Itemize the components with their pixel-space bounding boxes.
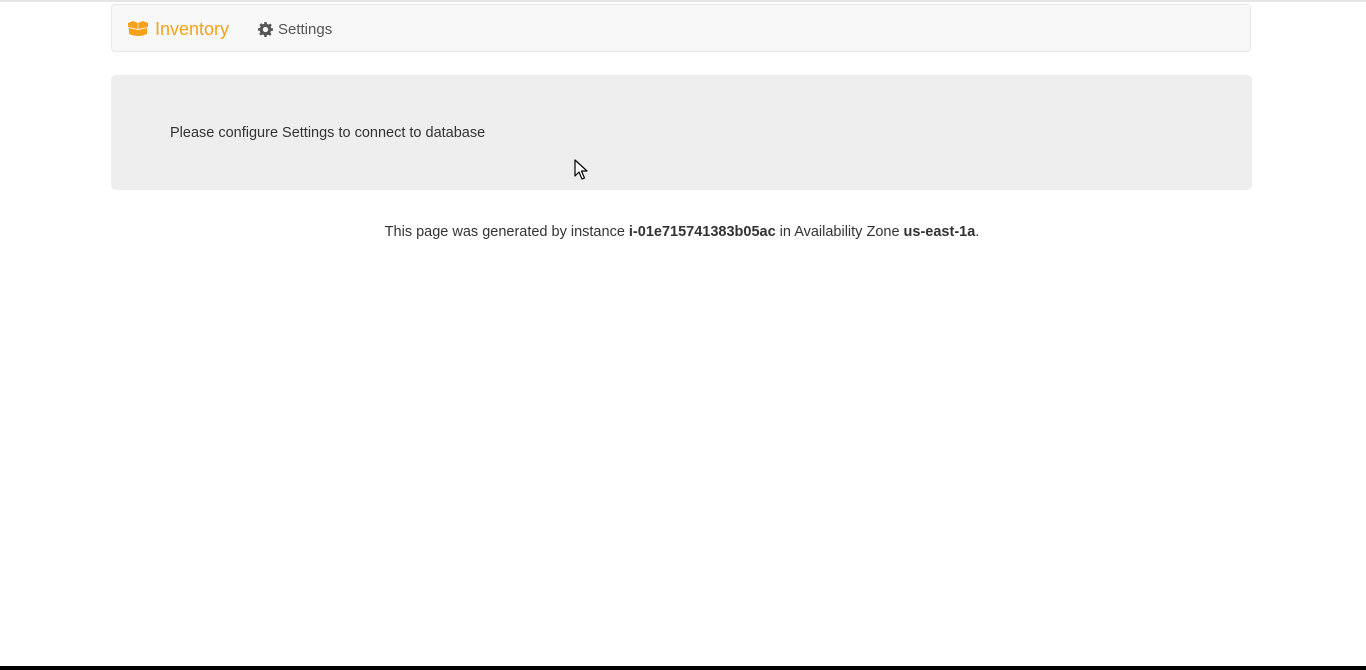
- brand-link[interactable]: Inventory: [127, 5, 229, 53]
- bottom-edge: [0, 666, 1366, 670]
- jumbotron: Please configure Settings to connect to …: [111, 75, 1252, 190]
- instance-prefix: This page was generated by instance: [384, 224, 629, 240]
- gear-icon: [258, 21, 273, 37]
- brand-label: Inventory: [155, 18, 230, 39]
- instance-middle: in Availability Zone: [775, 224, 904, 240]
- instance-id: i-01e715741383b05ac: [628, 224, 776, 240]
- configure-message: Please configure Settings to connect to …: [170, 125, 486, 141]
- top-border: [0, 0, 1366, 2]
- availability-zone: us-east-1a: [903, 224, 976, 240]
- boxes-icon: [127, 21, 149, 37]
- settings-label: Settings: [278, 20, 333, 38]
- mouse-cursor-icon: [574, 159, 588, 186]
- instance-suffix: .: [975, 224, 980, 240]
- navbar: Inventory Settings: [111, 4, 1251, 52]
- instance-info: This page was generated by instance i-01…: [0, 223, 1364, 241]
- nav-settings-link[interactable]: Settings: [258, 5, 332, 53]
